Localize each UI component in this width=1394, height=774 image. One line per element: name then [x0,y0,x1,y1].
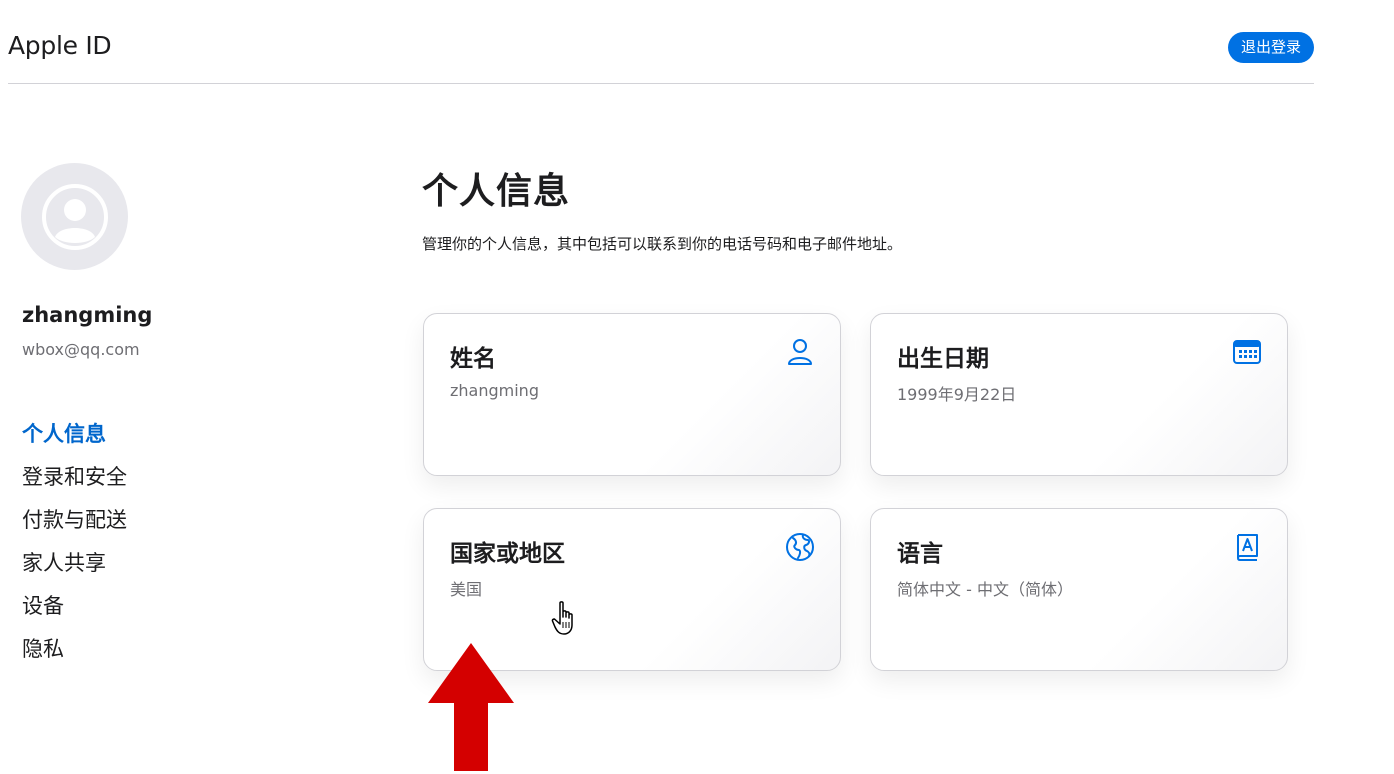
card-title: 姓名 [450,346,496,372]
dictionary-icon [1237,534,1258,561]
hand-pointer-cursor-icon [551,601,573,635]
page-title: 个人信息 [422,171,571,212]
person-icon [788,339,812,365]
globe-icon [786,533,814,561]
card-title: 国家或地区 [450,541,565,567]
calendar-icon [1233,340,1261,364]
card-title: 出生日期 [897,346,989,372]
sidebar-item-personal-info[interactable]: 个人信息 [22,418,127,461]
avatar [21,163,128,270]
header: Apple ID 退出登录 [8,0,1314,84]
header-title: Apple ID [8,31,112,60]
sidebar-item-sign-in-security[interactable]: 登录和安全 [22,461,127,504]
card-value: 美国 [450,580,483,599]
card-value: 简体中文 - 中文（简体） [897,580,1073,599]
name-card[interactable]: 姓名 zhangming [423,313,841,476]
sidebar-nav: 个人信息 登录和安全 付款与配送 家人共享 设备 隐私 [22,418,127,676]
red-arrow-annotation-icon [428,643,514,771]
language-card[interactable]: 语言 简体中文 - 中文（简体） [870,508,1288,671]
birth-date-card[interactable]: 出生日期 1999年9月22日 [870,313,1288,476]
avatar-person-icon [41,183,108,250]
user-name: zhangming [22,303,153,327]
sidebar-item-family-sharing[interactable]: 家人共享 [22,547,127,590]
sidebar-item-devices[interactable]: 设备 [22,590,127,633]
sign-out-button[interactable]: 退出登录 [1227,32,1314,63]
page-description: 管理你的个人信息，其中包括可以联系到你的电话号码和电子邮件地址。 [422,235,903,253]
page: Apple ID 退出登录 zhangming wbox@qq.com 个人信息… [0,0,1394,774]
sidebar-item-payment-shipping[interactable]: 付款与配送 [22,504,127,547]
user-email: wbox@qq.com [22,340,140,359]
sidebar-item-privacy[interactable]: 隐私 [22,633,127,676]
card-value: 1999年9月22日 [897,385,1017,404]
card-value: zhangming [450,381,539,400]
card-title: 语言 [897,541,943,567]
